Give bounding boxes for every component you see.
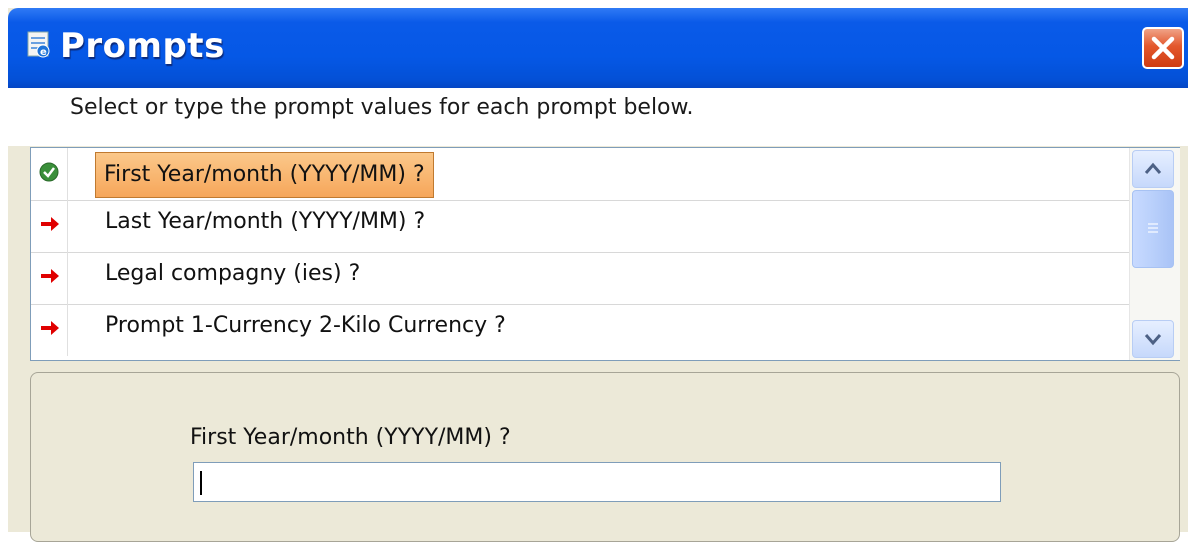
close-button[interactable] — [1142, 27, 1184, 69]
scroll-up-button[interactable] — [1132, 150, 1174, 188]
prompt-detail-panel — [30, 372, 1180, 542]
red-arrow-icon — [39, 266, 61, 290]
window-title: Prompts — [60, 26, 225, 66]
status-cell — [31, 148, 68, 200]
chevron-up-icon — [1133, 162, 1173, 191]
prompt-list[interactable]: First Year/month (YYYY/MM) ? Last Year/m… — [30, 147, 1180, 361]
status-cell — [31, 304, 68, 356]
checkmark-icon — [39, 162, 59, 186]
prompt-label: Last Year/month (YYYY/MM) ? — [105, 209, 426, 234]
title-bar[interactable]: e Prompts — [8, 8, 1188, 88]
chevron-down-icon — [1133, 334, 1173, 361]
list-item[interactable]: First Year/month (YYYY/MM) ? — [31, 148, 1129, 201]
svg-text:e: e — [40, 47, 47, 58]
prompt-label: Legal compagny (ies) ? — [105, 261, 361, 286]
scroll-thumb[interactable] — [1132, 190, 1174, 268]
field-label: First Year/month (YYYY/MM) ? — [190, 425, 511, 450]
list-item[interactable]: Legal compagny (ies) ? — [31, 252, 1129, 305]
ie-icon: e — [26, 30, 52, 60]
status-cell — [31, 252, 68, 304]
prompt-label: First Year/month (YYYY/MM) ? — [95, 152, 434, 198]
prompt-value-input[interactable] — [193, 462, 1001, 502]
instruction-text: Select or type the prompt values for eac… — [70, 95, 694, 120]
list-item[interactable]: Last Year/month (YYYY/MM) ? — [31, 200, 1129, 253]
vertical-scrollbar[interactable] — [1129, 148, 1180, 360]
list-item[interactable]: Prompt 1-Currency 2-Kilo Currency ? — [31, 304, 1129, 356]
scroll-down-button[interactable] — [1132, 320, 1174, 358]
status-cell — [31, 200, 68, 252]
red-arrow-icon — [39, 214, 61, 238]
prompt-label: Prompt 1-Currency 2-Kilo Currency ? — [105, 313, 506, 338]
text-caret — [200, 471, 202, 495]
red-arrow-icon — [39, 318, 61, 342]
